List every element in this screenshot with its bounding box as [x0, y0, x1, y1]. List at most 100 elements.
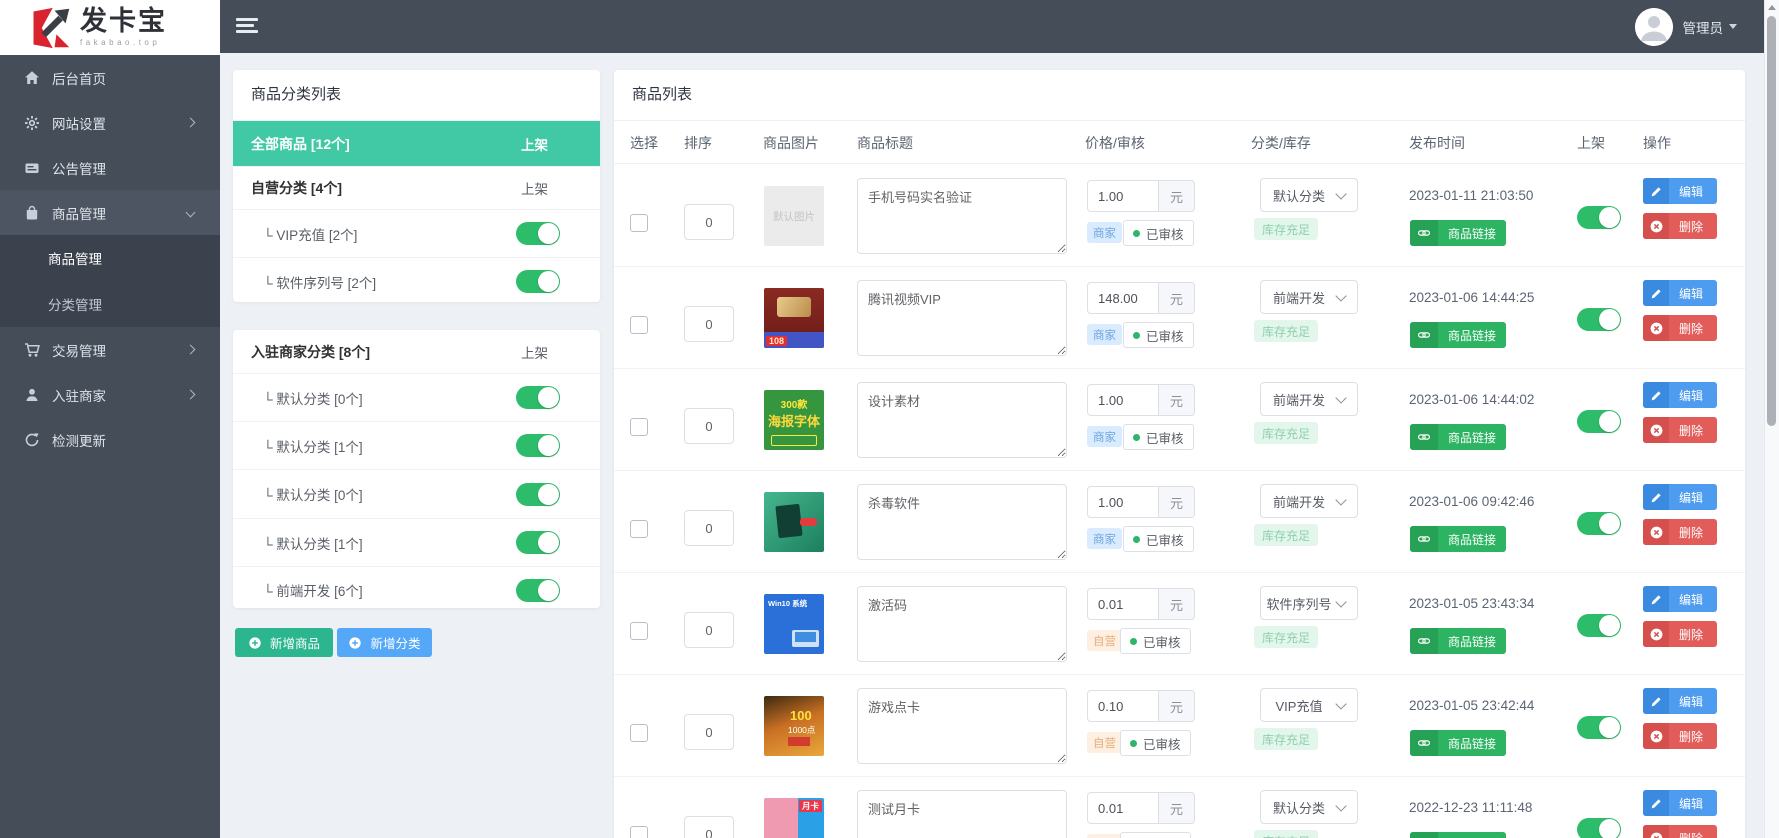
category-row-frontend[interactable]: └ 前端开发 [6个]	[233, 567, 600, 613]
onshelf-toggle[interactable]	[1577, 818, 1621, 838]
price-input[interactable]	[1087, 282, 1159, 314]
toggle-switch[interactable]	[516, 270, 560, 293]
category-row-serial[interactable]: └ 软件序列号 [2个]	[233, 258, 600, 305]
sort-input[interactable]	[684, 408, 734, 444]
chevron-down-icon	[1335, 493, 1347, 506]
sort-input[interactable]	[684, 204, 734, 240]
window-scrollbar[interactable]	[1764, 0, 1779, 838]
price-input[interactable]	[1087, 588, 1159, 620]
add-product-button[interactable]: 新增商品	[235, 628, 333, 657]
delete-button[interactable]: 删除	[1643, 723, 1717, 749]
title-textarea[interactable]: 测试月卡	[857, 790, 1067, 838]
category-select[interactable]: 软件序列号	[1260, 586, 1358, 620]
sidebar-item-announcements[interactable]: 公告管理	[0, 145, 220, 190]
product-link-button[interactable]: 商品链接	[1410, 628, 1507, 654]
sidebar-item-goods-management[interactable]: 商品管理	[0, 190, 220, 235]
row-checkbox[interactable]	[630, 316, 648, 334]
category-select[interactable]: 前端开发	[1260, 280, 1358, 314]
title-textarea[interactable]: 杀毒软件	[857, 484, 1067, 560]
price-input[interactable]	[1087, 486, 1159, 518]
sort-input[interactable]	[684, 714, 734, 750]
category-select[interactable]: 默认分类	[1260, 790, 1358, 824]
title-textarea[interactable]: 激活码	[857, 586, 1067, 662]
submenu-item-category-management[interactable]: 分类管理	[0, 281, 220, 327]
add-category-button[interactable]: 新增分类	[337, 628, 432, 657]
sidebar-item-site-settings[interactable]: 网站设置	[0, 100, 220, 145]
price-input[interactable]	[1087, 384, 1159, 416]
price-input[interactable]	[1087, 690, 1159, 722]
title-textarea[interactable]: 游戏点卡	[857, 688, 1067, 764]
title-textarea[interactable]: 手机号码实名验证	[857, 178, 1067, 254]
product-link-button[interactable]: 商品链接	[1410, 832, 1507, 838]
category-row-vip[interactable]: └ VIP充值 [2个]	[233, 210, 600, 258]
category-select[interactable]: VIP充值	[1260, 688, 1358, 722]
toggle-switch[interactable]	[516, 482, 560, 506]
row-checkbox[interactable]	[630, 418, 648, 436]
sidebar-item-merchants[interactable]: 入驻商家	[0, 372, 220, 417]
toggle-switch[interactable]	[516, 578, 560, 602]
category-row-self-group[interactable]: 自营分类 [4个] 上架	[233, 167, 600, 210]
sort-input[interactable]	[684, 612, 734, 648]
edit-button[interactable]: 编辑	[1643, 586, 1717, 612]
delete-button[interactable]: 删除	[1643, 213, 1717, 239]
sort-input[interactable]	[684, 306, 734, 342]
sidebar-item-check-update[interactable]: 检测更新	[0, 417, 220, 462]
edit-button[interactable]: 编辑	[1643, 688, 1717, 714]
sidebar-item-trade-management[interactable]: 交易管理	[0, 327, 220, 372]
sidebar-item-dashboard[interactable]: 后台首页	[0, 55, 220, 100]
delete-button[interactable]: 删除	[1643, 621, 1717, 647]
edit-button[interactable]: 编辑	[1643, 790, 1717, 816]
toggle-switch[interactable]	[516, 386, 560, 409]
toggle-switch[interactable]	[516, 222, 560, 245]
onshelf-toggle[interactable]	[1577, 410, 1621, 433]
row-checkbox[interactable]	[630, 214, 648, 232]
onshelf-toggle[interactable]	[1577, 614, 1621, 637]
delete-button[interactable]: 删除	[1643, 315, 1717, 341]
menu-toggle-icon[interactable]	[236, 18, 258, 36]
category-row-default-1[interactable]: └ 默认分类 [1个]	[233, 422, 600, 470]
edit-button[interactable]: 编辑	[1643, 280, 1717, 306]
category-select[interactable]: 默认分类	[1260, 178, 1358, 212]
onshelf-toggle[interactable]	[1577, 308, 1621, 331]
toggle-switch[interactable]	[516, 531, 560, 554]
category-row-default-2[interactable]: └ 默认分类 [0个]	[233, 470, 600, 519]
category-row-default-0[interactable]: └ 默认分类 [0个]	[233, 374, 600, 422]
category-select[interactable]: 前端开发	[1260, 484, 1358, 518]
product-link-button[interactable]: 商品链接	[1410, 730, 1507, 756]
brand-logo[interactable]: 发卡宝 fakabao.top	[0, 0, 220, 55]
category-row-default-3[interactable]: └ 默认分类 [1个]	[233, 519, 600, 567]
price-unit: 元	[1159, 792, 1195, 824]
edit-button[interactable]: 编辑	[1643, 382, 1717, 408]
category-row-all[interactable]: 全部商品 [12个] 上架	[233, 121, 600, 167]
onshelf-toggle[interactable]	[1577, 206, 1621, 229]
category-select[interactable]: 前端开发	[1260, 382, 1358, 416]
sort-input[interactable]	[684, 510, 734, 546]
delete-button[interactable]: 删除	[1643, 519, 1717, 545]
edit-button[interactable]: 编辑	[1643, 484, 1717, 510]
product-link-button[interactable]: 商品链接	[1410, 424, 1507, 450]
onshelf-toggle[interactable]	[1577, 512, 1621, 535]
delete-button[interactable]: 删除	[1643, 825, 1717, 838]
edit-button[interactable]: 编辑	[1643, 178, 1717, 204]
scrollbar-thumb[interactable]	[1767, 16, 1776, 426]
title-textarea[interactable]: 腾讯视频VIP	[857, 280, 1067, 356]
price-input[interactable]	[1087, 792, 1159, 824]
row-checkbox[interactable]	[630, 622, 648, 640]
admin-dropdown[interactable]: 管理员	[1634, 0, 1737, 53]
scroll-up-arrow-icon[interactable]	[1768, 5, 1776, 10]
sort-input[interactable]	[684, 816, 734, 838]
product-link-button[interactable]: 商品链接	[1410, 220, 1507, 246]
title-textarea[interactable]: 设计素材	[857, 382, 1067, 458]
pencil-icon	[1643, 586, 1669, 612]
toggle-switch[interactable]	[516, 434, 560, 457]
row-checkbox[interactable]	[630, 724, 648, 742]
row-checkbox[interactable]	[630, 826, 648, 838]
product-link-button[interactable]: 商品链接	[1410, 322, 1507, 348]
delete-button[interactable]: 删除	[1643, 417, 1717, 443]
submenu-item-goods-management[interactable]: 商品管理	[0, 235, 220, 281]
row-checkbox[interactable]	[630, 520, 648, 538]
product-link-button[interactable]: 商品链接	[1410, 526, 1507, 552]
category-row-merchant-group[interactable]: 入驻商家分类 [8个] 上架	[233, 330, 600, 374]
price-input[interactable]	[1087, 180, 1159, 212]
onshelf-toggle[interactable]	[1577, 716, 1621, 739]
